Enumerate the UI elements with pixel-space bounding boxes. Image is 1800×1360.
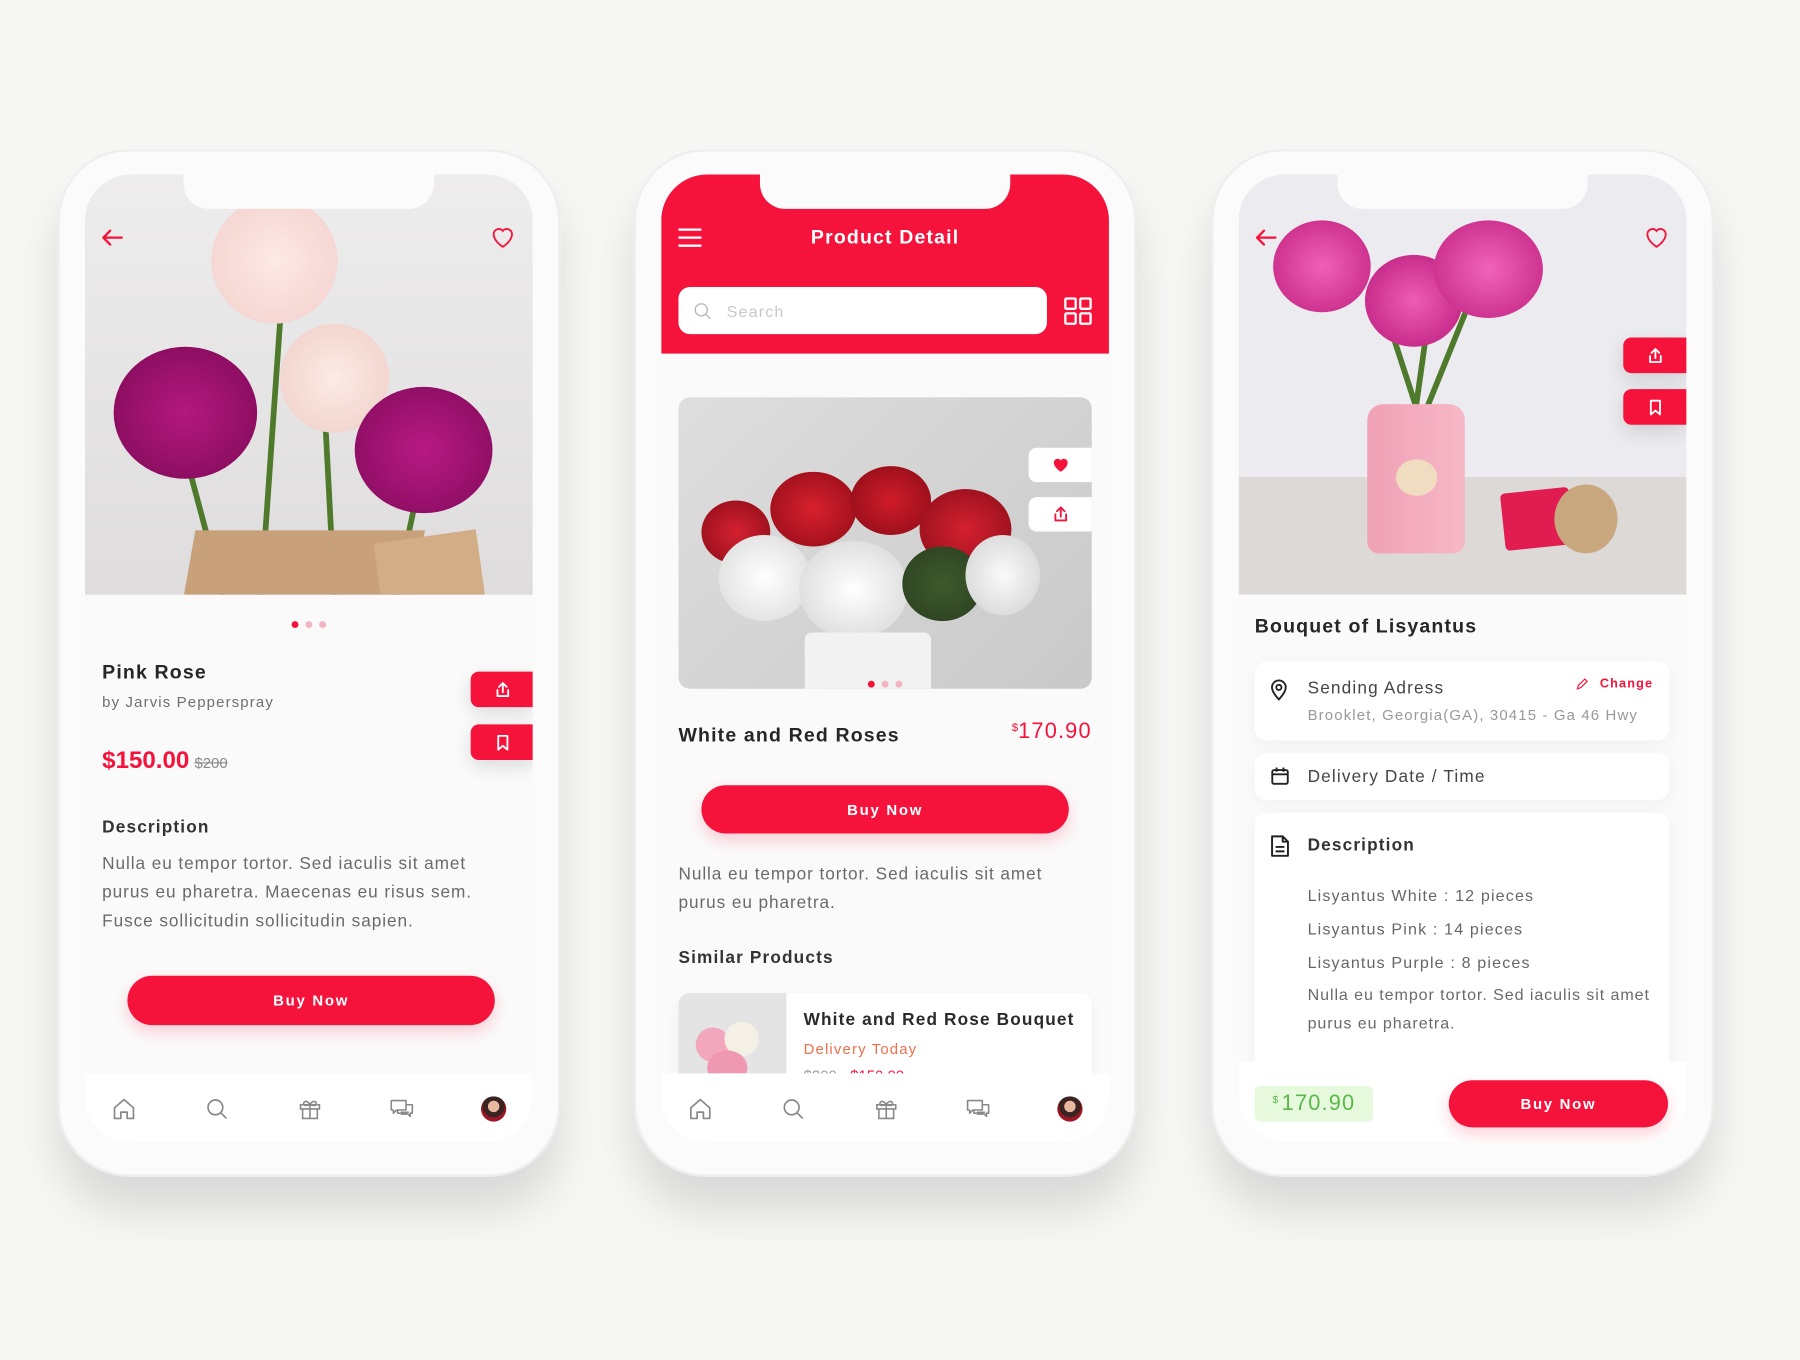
description-heading: Description	[102, 817, 210, 837]
notch	[1337, 174, 1588, 209]
share-icon	[1646, 346, 1664, 364]
location-pin-icon	[1271, 679, 1287, 701]
arrow-left-icon	[1252, 224, 1280, 252]
currency: $	[1272, 1093, 1279, 1105]
buy-now-button[interactable]: Buy Now	[701, 785, 1069, 834]
bookmark-button[interactable]	[470, 724, 533, 760]
favorite-button[interactable]	[1028, 447, 1092, 483]
grid-view-button[interactable]	[1063, 296, 1093, 326]
share-button[interactable]	[470, 671, 533, 708]
delivery-status: Delivery Today	[803, 1040, 918, 1058]
bookmark-icon	[1646, 398, 1664, 416]
screen-product-detail: Product Detail Search White and Red Rose…	[661, 174, 1109, 1143]
description-text: Nulla eu tempor tortor. Sed iaculis sit …	[1307, 984, 1650, 1033]
favorite-button[interactable]	[489, 224, 517, 252]
heart-filled-icon	[1053, 458, 1068, 472]
gift-icon[interactable]	[874, 1096, 899, 1121]
item-line: Lisyantus White : 12 pieces	[1307, 886, 1535, 905]
phone-pink-rose: Pink Rose by Jarvis Pepperspray $150.00 …	[57, 149, 561, 1177]
buy-now-button[interactable]: Buy Now	[127, 975, 495, 1026]
favorite-button[interactable]	[1643, 224, 1671, 252]
price-value: 170.90	[1281, 1091, 1356, 1116]
similar-product-title: White and Red Rose Bouquet	[803, 1010, 1075, 1030]
notch	[183, 174, 434, 209]
similar-products-heading: Similar Products	[678, 948, 834, 968]
share-icon	[493, 680, 511, 698]
avatar[interactable]	[481, 1096, 507, 1122]
checkout-bar: $170.90 Buy Now	[1238, 1061, 1687, 1143]
delivery-date-time-field[interactable]: Delivery Date / Time	[1254, 753, 1670, 801]
gift-icon[interactable]	[297, 1096, 322, 1121]
description-text: Nulla eu tempor tortor. Sed iaculis sit …	[678, 864, 1043, 913]
sending-address-card: Sending Adress Brooklet, Georgia(GA), 30…	[1254, 661, 1670, 741]
item-line: Lisyantus Pink : 14 pieces	[1307, 919, 1524, 938]
avatar[interactable]	[1057, 1096, 1083, 1122]
screen-pink-rose: Pink Rose by Jarvis Pepperspray $150.00 …	[84, 174, 533, 1143]
product-image	[1238, 174, 1687, 595]
price: $150.00	[102, 747, 190, 774]
bottom-nav	[84, 1073, 533, 1143]
product-author: by Jarvis Pepperspray	[102, 693, 274, 711]
home-icon[interactable]	[688, 1096, 713, 1121]
bookmark-button[interactable]	[1623, 389, 1687, 425]
home-icon[interactable]	[111, 1096, 136, 1121]
notch	[759, 174, 1011, 209]
old-price: $200	[194, 754, 228, 772]
back-button[interactable]	[99, 224, 127, 252]
change-address-button[interactable]: Change	[1575, 677, 1653, 691]
heart-icon	[1643, 224, 1671, 252]
product-image	[678, 397, 1092, 689]
back-button[interactable]	[1252, 224, 1280, 252]
chat-icon[interactable]	[965, 1096, 990, 1121]
chat-icon[interactable]	[389, 1096, 414, 1121]
price-value: 170.90	[1018, 719, 1092, 744]
description-text: Nulla eu tempor tortor. Sed iaculis sit …	[102, 854, 472, 932]
product-image	[84, 174, 533, 595]
search-placeholder: Search	[726, 301, 785, 320]
product-title: Pink Rose	[102, 661, 207, 684]
share-icon	[1051, 505, 1069, 523]
sending-address-label: Sending Adress	[1307, 678, 1445, 698]
item-line: Lisyantus Purple : 8 pieces	[1307, 952, 1531, 972]
product-title: White and Red Roses	[678, 724, 900, 747]
price: $170.90	[1012, 720, 1092, 745]
price-badge: $170.90	[1254, 1086, 1374, 1122]
search-input[interactable]: Search	[678, 287, 1047, 335]
product-title: Bouquet of Lisyantus	[1254, 615, 1478, 638]
document-icon	[1271, 835, 1289, 857]
items-list: Lisyantus White : 12 pieces Lisyantus Pi…	[1308, 879, 1535, 979]
arrow-left-icon	[99, 224, 127, 252]
change-label: Change	[1599, 677, 1654, 692]
description-card: Description Lisyantus White : 12 pieces …	[1254, 812, 1670, 1077]
buy-now-button[interactable]: Buy Now	[1448, 1080, 1669, 1128]
carousel-dots[interactable]	[867, 673, 909, 694]
search-icon	[692, 300, 713, 321]
pencil-icon	[1576, 678, 1588, 690]
phone-checkout: Bouquet of Lisyantus Sending Adress Broo…	[1211, 149, 1714, 1177]
search-icon[interactable]	[204, 1096, 229, 1121]
calendar-icon	[1271, 767, 1289, 785]
delivery-date-label: Delivery Date / Time	[1307, 766, 1486, 787]
address-text: Brooklet, Georgia(GA), 30415 - Ga 46 Hwy	[1307, 706, 1639, 724]
description-heading: Description	[1307, 835, 1415, 856]
bookmark-icon	[493, 733, 511, 751]
carousel-dots[interactable]	[291, 613, 333, 634]
header-title: Product Detail	[810, 226, 960, 248]
heart-icon	[489, 224, 517, 252]
share-button[interactable]	[1623, 337, 1687, 374]
search-icon[interactable]	[781, 1096, 806, 1121]
screen-checkout: Bouquet of Lisyantus Sending Adress Broo…	[1238, 174, 1687, 1143]
share-button[interactable]	[1028, 497, 1092, 532]
bottom-nav	[661, 1073, 1109, 1143]
phone-product-detail: Product Detail Search White and Red Rose…	[633, 149, 1137, 1177]
grid-icon	[1064, 297, 1092, 325]
